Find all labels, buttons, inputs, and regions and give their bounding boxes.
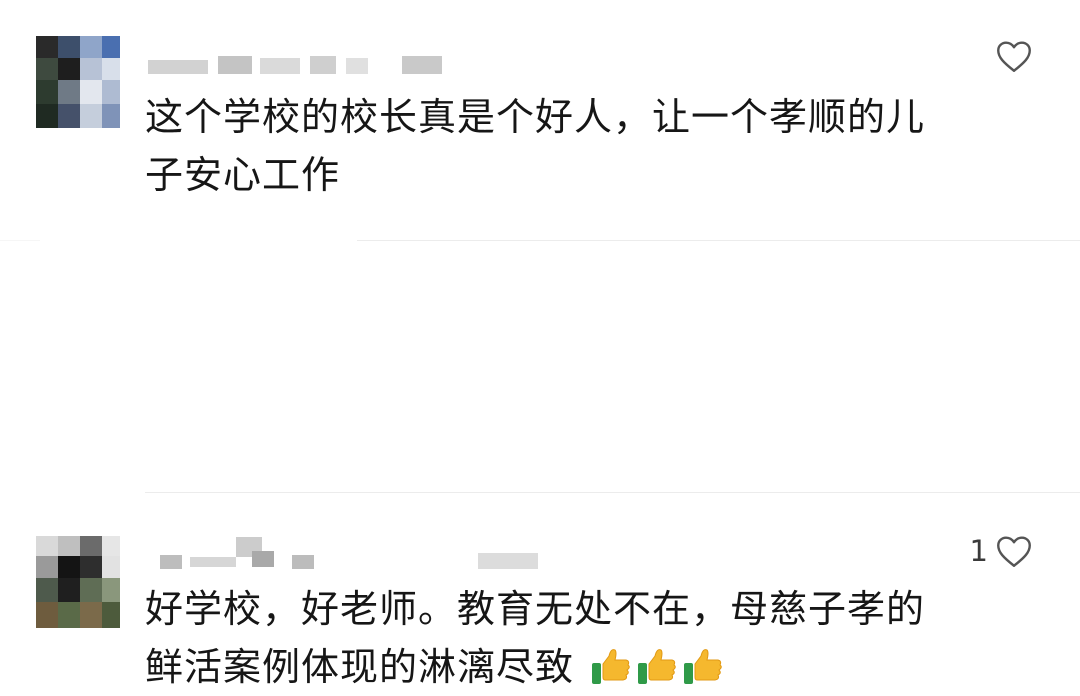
comment-text-line: 好学校，好老师。教育无处不在，母慈子孝的 bbox=[145, 587, 926, 631]
like-count: 1 bbox=[969, 534, 988, 568]
username-redacted[interactable] bbox=[148, 52, 448, 78]
username-redacted[interactable] bbox=[160, 535, 550, 569]
comment-text-line: 这个学校的校长真是个好人，让一个孝顺的儿 bbox=[145, 95, 926, 139]
comment-text-line: 鲜活案例体现的淋漓尽致 bbox=[145, 638, 1045, 696]
divider bbox=[357, 240, 1080, 241]
like-button[interactable]: 1 bbox=[970, 534, 1032, 568]
user-avatar[interactable] bbox=[36, 536, 120, 628]
heart-outline-icon bbox=[997, 41, 1031, 72]
like-button[interactable] bbox=[988, 40, 1032, 73]
comment-item: 好学校，好老师。教育无处不在，母慈子孝的 鲜活案例体现的淋漓尽致 1 bbox=[0, 243, 1080, 689]
thumbs-up-icon bbox=[684, 649, 722, 684]
user-avatar[interactable] bbox=[36, 36, 120, 128]
thumbs-up-icon bbox=[592, 649, 630, 684]
heart-outline-icon bbox=[997, 536, 1031, 567]
comment-text: 这个学校的校长真是个好人，让一个孝顺的儿 子安心工作 bbox=[145, 88, 1045, 204]
comment-text-line-content: 鲜活案例体现的淋漓尽致 bbox=[145, 645, 575, 689]
thumbs-up-icon bbox=[638, 649, 676, 684]
comment-text-line: 子安心工作 bbox=[145, 153, 341, 197]
divider bbox=[0, 240, 40, 241]
divider bbox=[145, 492, 1080, 493]
comment-text: 好学校，好老师。教育无处不在，母慈子孝的 鲜活案例体现的淋漓尽致 bbox=[145, 580, 1045, 696]
comment-item: 这个学校的校长真是个好人，让一个孝顺的儿 子安心工作 bbox=[0, 0, 1080, 243]
